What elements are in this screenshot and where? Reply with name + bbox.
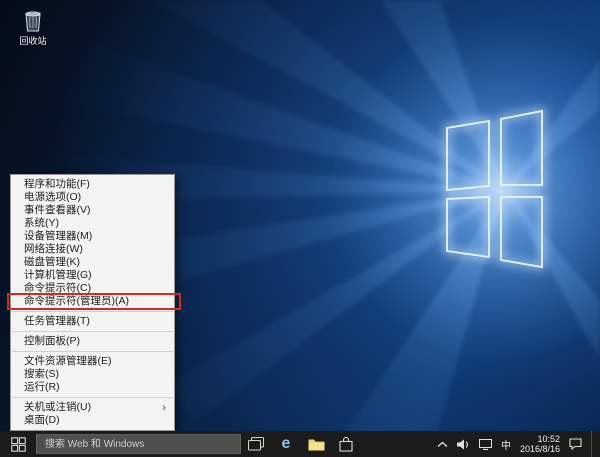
menu-item[interactable]: 桌面(D) [11, 414, 174, 427]
menu-item[interactable]: 任务管理器(T) [11, 315, 174, 328]
menu-item[interactable]: 搜索(S) [11, 368, 174, 381]
menu-separator [12, 397, 173, 398]
start-button[interactable] [0, 431, 36, 457]
edge-browser-button[interactable]: e [271, 431, 301, 457]
task-view-icon [248, 437, 264, 451]
menu-item[interactable]: 设备管理器(M) [11, 230, 174, 243]
menu-item[interactable]: 命令提示符(管理员)(A) [7, 293, 181, 310]
menu-item-label: 文件资源管理器(E) [24, 355, 112, 367]
menu-separator [12, 351, 173, 352]
ime-indicator[interactable]: 中 [501, 431, 511, 457]
system-tray: 中 10:52 2016/8/16 [437, 431, 600, 457]
speaker-icon [456, 439, 468, 449]
menu-item-label: 网络连接(W) [24, 243, 83, 255]
volume-button[interactable] [456, 431, 470, 457]
menu-item[interactable]: 计算机管理(G) [11, 269, 174, 282]
menu-item[interactable]: 关机或注销(U) › [11, 401, 174, 414]
menu-item[interactable]: 文件资源管理器(E) [11, 355, 174, 368]
task-view-button[interactable] [241, 431, 271, 457]
menu-item-label: 电源选项(O) [24, 191, 82, 203]
recycle-bin-label: 回收站 [19, 36, 47, 46]
menu-item[interactable]: 控制面板(P) [11, 335, 174, 348]
menu-item[interactable]: 运行(R) [11, 381, 174, 394]
menu-item[interactable]: 系统(Y) [11, 217, 174, 230]
menu-item[interactable]: 磁盘管理(K) [11, 256, 174, 269]
menu-item-label: 搜索(S) [24, 368, 59, 380]
menu-item-label: 运行(R) [24, 381, 60, 393]
show-desktop-button[interactable] [591, 431, 595, 457]
action-center-button[interactable] [569, 431, 582, 457]
menu-item-label: 磁盘管理(K) [24, 256, 80, 268]
menu-item[interactable]: 电源选项(O) [11, 191, 174, 204]
folder-icon [308, 439, 324, 450]
menu-item[interactable]: 命令提示符(C) [11, 282, 174, 295]
menu-item-label: 任务管理器(T) [24, 315, 90, 327]
menu-item-label: 系统(Y) [24, 217, 59, 229]
recycle-bin-icon[interactable]: 回收站 [10, 8, 56, 47]
windows-start-icon [10, 436, 26, 452]
menu-item[interactable]: 网络连接(W) [11, 243, 174, 256]
menu-item-label: 设备管理器(M) [24, 230, 93, 242]
menu-item-label: 控制面板(P) [24, 335, 80, 347]
taskbar-clock[interactable]: 10:52 2016/8/16 [520, 431, 560, 457]
menu-item-label: 桌面(D) [24, 414, 60, 426]
winx-context-menu: 程序和功能(F) 电源选项(O) 事件查看器(V) 系统(Y) 设备管理器(M) 网络连接… [7, 174, 181, 431]
menu-separator [12, 331, 173, 332]
menu-item[interactable]: 程序和功能(F) [11, 178, 174, 191]
clock-time: 10:52 [537, 433, 560, 444]
menu-item-label: 命令提示符(管理员)(A) [24, 295, 129, 307]
trash-icon [25, 11, 41, 32]
network-button[interactable] [478, 431, 492, 457]
logo-glow [332, 23, 600, 359]
menu-item-label: 程序和功能(F) [24, 178, 90, 190]
clock-date: 2016/8/16 [519, 444, 560, 454]
file-explorer-button[interactable] [301, 431, 331, 457]
menu-item-label: 命令提示符(C) [24, 282, 92, 294]
menu-item-label: 计算机管理(G) [24, 269, 92, 281]
menu-item-label: 关机或注销(U) [24, 401, 92, 413]
tray-overflow-button[interactable] [437, 431, 448, 457]
desktop: 回收站 程序和功能(F) 电源选项(O) 事件查看器(V) 系统(Y) 设备管理器(M)… [0, 0, 600, 457]
submenu-arrow-icon: › [162, 401, 166, 414]
network-icon [478, 438, 492, 450]
menu-separator [12, 311, 173, 312]
search-input[interactable] [37, 435, 240, 453]
menu-item-label: 事件查看器(V) [24, 204, 91, 216]
taskbar-search-box[interactable] [36, 434, 241, 454]
action-center-icon [569, 438, 582, 450]
store-bag-icon [339, 436, 353, 452]
menu-item[interactable]: 事件查看器(V) [11, 204, 174, 217]
taskbar: e [0, 431, 600, 457]
chevron-up-icon [437, 441, 448, 447]
edge-icon: e [281, 435, 291, 452]
store-button[interactable] [331, 431, 361, 457]
